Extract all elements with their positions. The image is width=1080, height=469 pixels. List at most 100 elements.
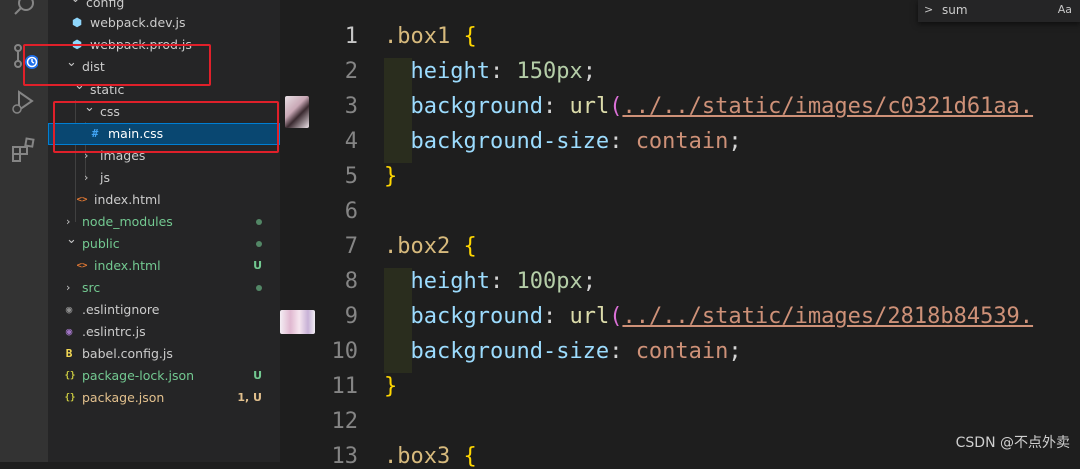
code-token: url bbox=[569, 304, 610, 329]
tree-item-label: js bbox=[100, 170, 110, 185]
file-item[interactable]: ⬢ webpack.dev.js bbox=[48, 12, 280, 34]
code-token: 100px bbox=[516, 269, 583, 294]
code-token: } bbox=[384, 374, 398, 399]
file-item[interactable]: ◉ .eslintrc.js bbox=[48, 321, 280, 343]
git-status-dot bbox=[256, 241, 262, 247]
extensions-icon[interactable] bbox=[10, 136, 38, 164]
code-token: url bbox=[569, 94, 610, 119]
file-item[interactable]: <> index.html bbox=[48, 189, 280, 211]
code-line[interactable]: .box1 { bbox=[384, 24, 477, 49]
tree-item-label: src bbox=[82, 280, 101, 295]
line-number: 12 bbox=[331, 409, 359, 434]
run-debug-icon[interactable] bbox=[10, 88, 38, 116]
code-token: contain bbox=[635, 339, 729, 364]
folder-item[interactable]: ⌄ public bbox=[48, 232, 280, 255]
html-icon: <> bbox=[76, 195, 88, 205]
git-status-badge: U bbox=[253, 259, 262, 272]
tree-item-label: node_modules bbox=[82, 214, 173, 229]
json-icon: {} bbox=[64, 371, 76, 381]
code-token: : bbox=[609, 339, 636, 364]
annotation-box bbox=[53, 101, 279, 153]
code-line[interactable]: background-size: contain; bbox=[384, 339, 742, 364]
line-number: 13 bbox=[331, 444, 359, 469]
find-widget[interactable]: > sum Aa bbox=[918, 0, 1080, 22]
folder-item[interactable]: › src bbox=[48, 277, 280, 299]
tree-item-label: index.html bbox=[94, 192, 161, 207]
code-line[interactable]: background: url(../../static/images/2818… bbox=[384, 304, 1034, 329]
chevron-right-icon[interactable]: › bbox=[84, 167, 94, 189]
line-number: 9 bbox=[344, 304, 358, 329]
code-line[interactable]: background-size: contain; bbox=[384, 129, 742, 154]
watermark: CSDN @不点外卖 bbox=[955, 435, 1070, 451]
code-line[interactable]: background: url(../../static/images/c032… bbox=[384, 94, 1034, 119]
code-token: : bbox=[489, 269, 517, 294]
code-line[interactable]: .box2 { bbox=[384, 234, 477, 259]
line-number: 10 bbox=[331, 339, 359, 364]
file-item[interactable]: ◉ .eslintignore bbox=[48, 299, 280, 321]
image-thumbnail bbox=[280, 310, 315, 334]
code-line[interactable]: } bbox=[384, 164, 397, 189]
line-number: 8 bbox=[344, 269, 358, 294]
line-number: 4 bbox=[344, 129, 358, 154]
code-line[interactable]: } bbox=[384, 374, 397, 399]
webpack-icon: ⬢ bbox=[72, 16, 82, 29]
code-token: .box3 bbox=[384, 444, 464, 469]
code-token: background-size bbox=[410, 339, 610, 364]
tree-item-label: package.json bbox=[82, 390, 165, 405]
folder-item[interactable]: › node_modules bbox=[48, 211, 280, 233]
tree-item-label: package-lock.json bbox=[82, 368, 195, 383]
file-item[interactable]: <> index.html U bbox=[48, 255, 280, 277]
match-case-toggle[interactable]: Aa bbox=[1058, 3, 1072, 16]
git-status-dot bbox=[256, 219, 262, 225]
code-token: { bbox=[463, 24, 477, 49]
code-token: ../../static/images/c0321d61aa. bbox=[622, 94, 1034, 119]
code-token: ( bbox=[609, 94, 623, 119]
code-token: .box2 bbox=[384, 234, 464, 259]
code-token: ; bbox=[728, 339, 742, 364]
search-icon[interactable] bbox=[10, 0, 38, 20]
tree-item-label: public bbox=[82, 236, 120, 251]
chevron-right-icon[interactable]: > bbox=[924, 3, 933, 16]
code-token: ; bbox=[582, 59, 596, 84]
code-token: : bbox=[542, 304, 570, 329]
code-token: : bbox=[609, 129, 636, 154]
file-item[interactable]: {} package.json 1, U bbox=[48, 387, 280, 409]
chevron-down-icon[interactable]: ⌄ bbox=[70, 0, 81, 10]
tree-item-label: .eslintrc.js bbox=[82, 324, 146, 339]
eslintignore-icon: ◉ bbox=[65, 303, 73, 316]
folder-item[interactable]: › js bbox=[48, 167, 280, 189]
code-line[interactable]: height: 150px; bbox=[384, 59, 596, 84]
git-status-badge: U bbox=[253, 369, 262, 382]
line-number: 3 bbox=[344, 94, 358, 119]
tree-item-label: index.html bbox=[94, 258, 161, 273]
line-number: 5 bbox=[344, 164, 358, 189]
find-input[interactable]: sum bbox=[942, 3, 968, 17]
code-line[interactable]: .box3 { bbox=[384, 444, 477, 469]
image-thumbnail bbox=[285, 96, 309, 128]
eslint-icon: ◉ bbox=[65, 325, 73, 338]
code-token: height bbox=[410, 59, 490, 84]
image-preview-column bbox=[280, 0, 320, 462]
code-token: { bbox=[463, 444, 477, 469]
code-editor[interactable]: 1 2 3 4 5 6 7 8 9 10 11 12 13 .box1 { height: 150px; … bbox=[320, 0, 1080, 469]
file-item[interactable]: Bbabel.config.js bbox=[48, 343, 280, 365]
code-token: : bbox=[489, 59, 517, 84]
code-token: ; bbox=[582, 269, 596, 294]
code-line[interactable]: height: 100px; bbox=[384, 269, 596, 294]
line-number: 2 bbox=[344, 59, 358, 84]
babel-icon: B bbox=[65, 347, 73, 360]
line-number: 6 bbox=[344, 199, 358, 224]
line-number: 7 bbox=[344, 234, 358, 259]
html-icon: <> bbox=[76, 261, 88, 271]
code-token: : bbox=[542, 94, 570, 119]
file-item[interactable]: {} package-lock.json U bbox=[48, 365, 280, 387]
chevron-down-icon[interactable]: ⌄ bbox=[66, 229, 77, 251]
json-icon: {} bbox=[64, 393, 76, 403]
code-token: contain bbox=[635, 129, 729, 154]
code-token: background bbox=[410, 304, 543, 329]
code-token: 150px bbox=[516, 59, 583, 84]
chevron-right-icon[interactable]: › bbox=[66, 277, 76, 299]
